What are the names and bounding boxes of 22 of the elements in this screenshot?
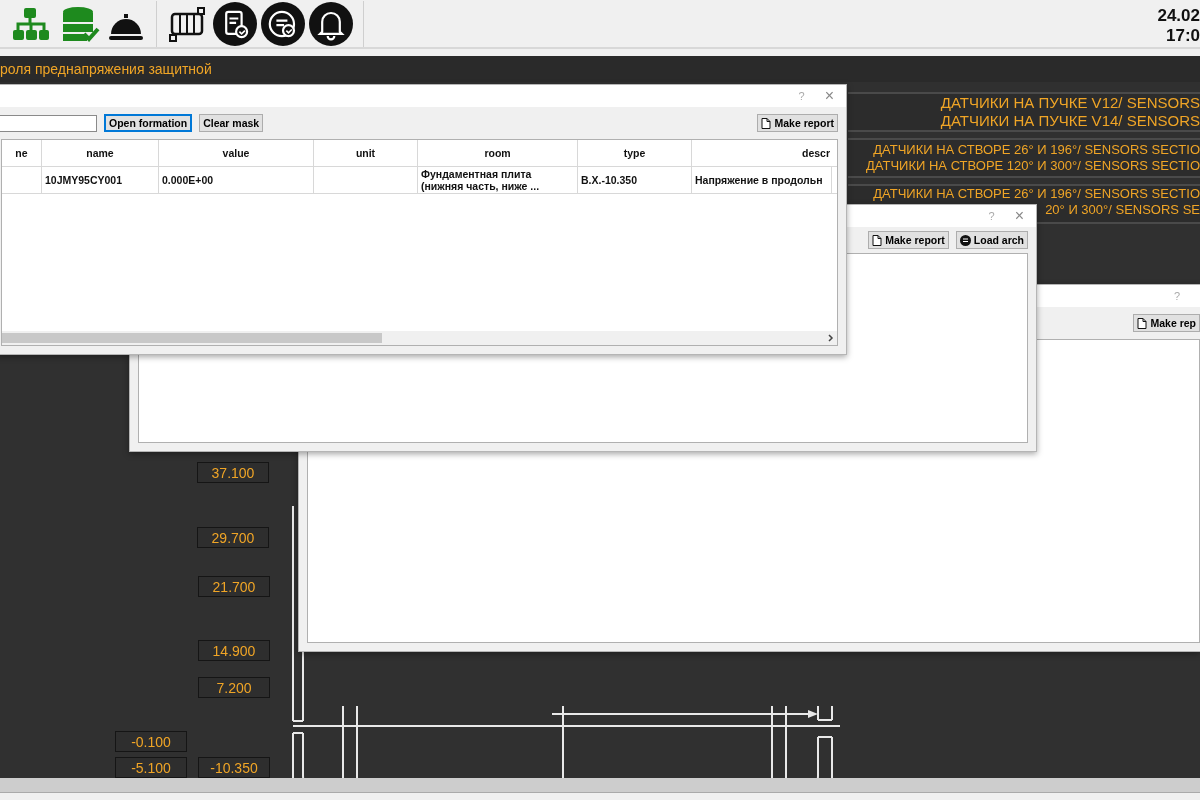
sensor-group-label: ДАТЧИКИ НА СТВОРЕ 26° И 196°/ SENSORS SECTIO — [873, 186, 1200, 202]
elevation-label: -5.100 — [115, 757, 187, 778]
sensor-group-label: 20° И 300°/ SENSORS SE — [1045, 202, 1200, 218]
table-cell: Напряжение в продольн — [695, 174, 823, 186]
table-cell: Фундаментная плита (нижняя часть, ниже ... — [421, 168, 540, 192]
table-cell: 0.000E+00 — [162, 174, 214, 186]
sensor-group-label: ДАТЧИКИ НА СТВОРЕ 26° И 196°/ SENSORS SECTIO — [873, 142, 1200, 158]
date-text: 24.02 — [1157, 6, 1200, 26]
sensor-group-label: ДАТЧИКИ НА СТВОРЕ 120° И 300°/ SENSORS SECTIO — [866, 158, 1200, 174]
elevation-label: 29.700 — [197, 527, 269, 548]
sensor-group-label: ДАТЧИКИ НА ПУЧКЕ V14/ SENSORS — [940, 112, 1200, 130]
elevation-label: 21.700 — [198, 576, 270, 597]
elevation-label: 7.200 — [198, 677, 270, 698]
sensor-group-label: ДАТЧИКИ НА ПУЧКЕ V12/ SENSORS — [940, 94, 1200, 112]
elevation-label: -10.350 — [198, 757, 270, 778]
elevation-label: 14.900 — [198, 640, 270, 661]
elevation-label: -0.100 — [115, 731, 187, 752]
page-title: роля преднапряжения защитной — [0, 61, 212, 77]
elevation-label: 37.100 — [197, 462, 269, 483]
table-cell: B.X.-10.350 — [581, 174, 638, 186]
time-text: 17:0 — [1165, 26, 1200, 46]
table-cell: 10JMY95CY001 — [45, 174, 123, 186]
